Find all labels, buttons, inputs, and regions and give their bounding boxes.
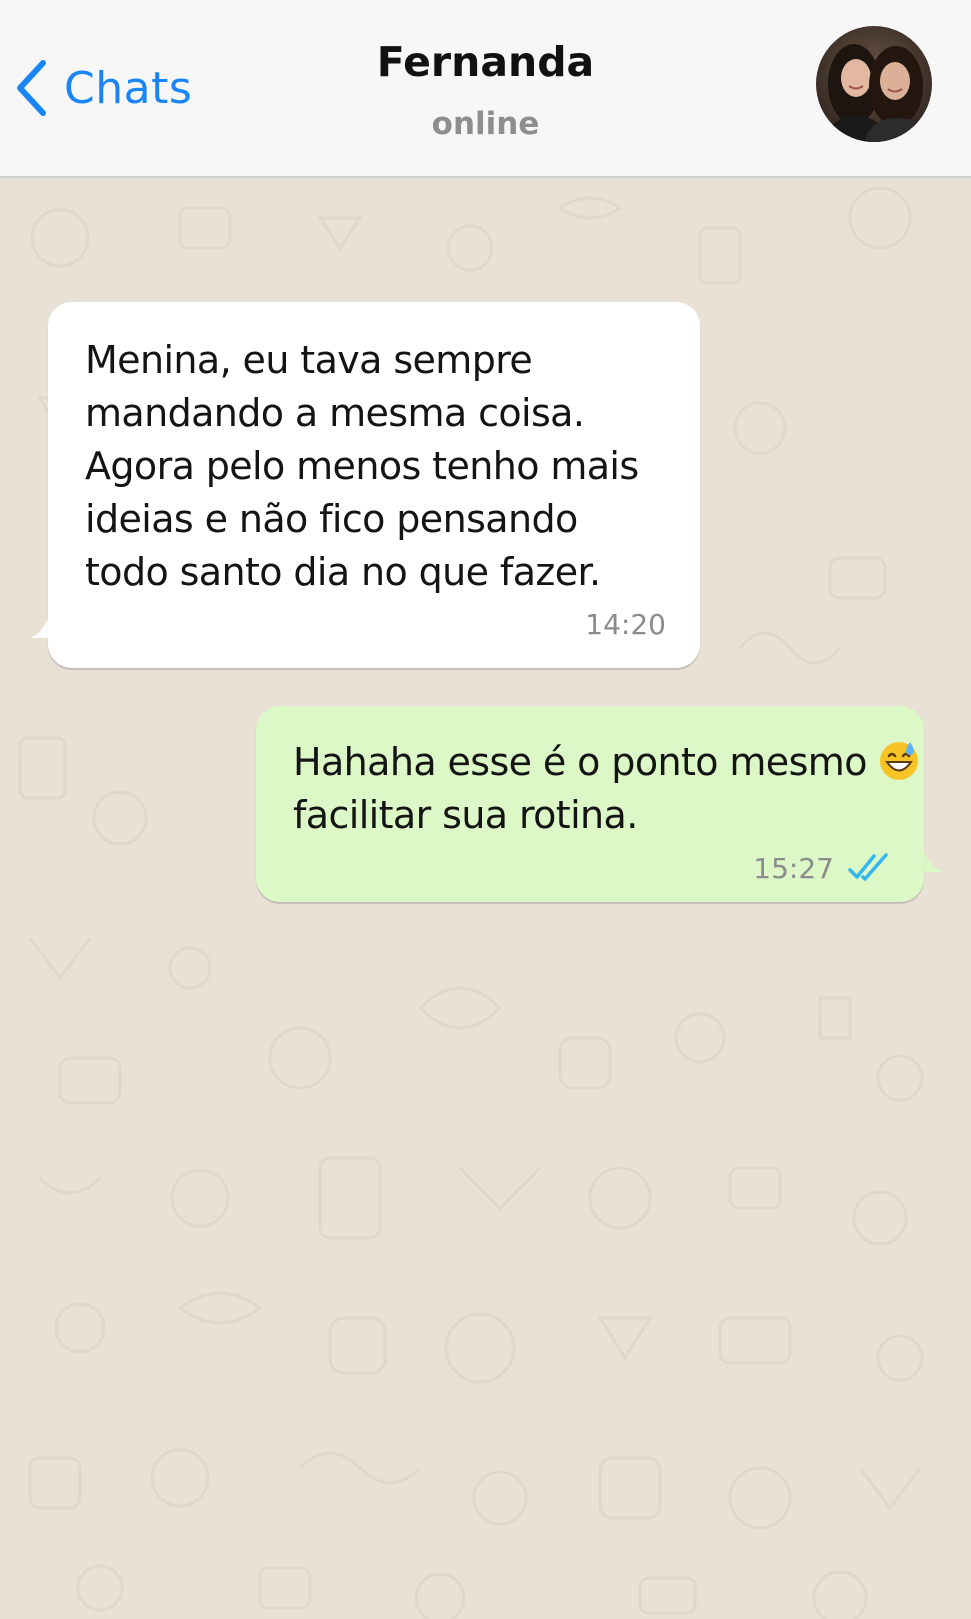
- chat-header: Chats Fernanda online: [0, 0, 971, 178]
- message-bubble-outgoing[interactable]: Hahaha esse é o ponto mesmo facilitar su…: [256, 706, 924, 902]
- chat-area[interactable]: Menina, eu tava sempre mandando a mesma …: [0, 178, 971, 1619]
- message-time: 14:20: [585, 608, 666, 641]
- grinning-face-with-sweat-icon: [880, 742, 919, 780]
- message-time: 15:27: [753, 852, 834, 885]
- avatar[interactable]: [816, 26, 932, 142]
- message-text-line-1: Hahaha esse é o ponto mesmo: [293, 740, 879, 784]
- message-bubble-incoming[interactable]: Menina, eu tava sempre mandando a mesma …: [48, 302, 700, 668]
- message-text-line-2: facilitar sua rotina.: [293, 793, 638, 837]
- message-text: Hahaha esse é o ponto mesmo facilitar su…: [293, 736, 920, 842]
- message-text: Menina, eu tava sempre mandando a mesma …: [85, 338, 639, 594]
- double-check-read-icon: [848, 853, 888, 881]
- avatar-photo: [816, 26, 932, 142]
